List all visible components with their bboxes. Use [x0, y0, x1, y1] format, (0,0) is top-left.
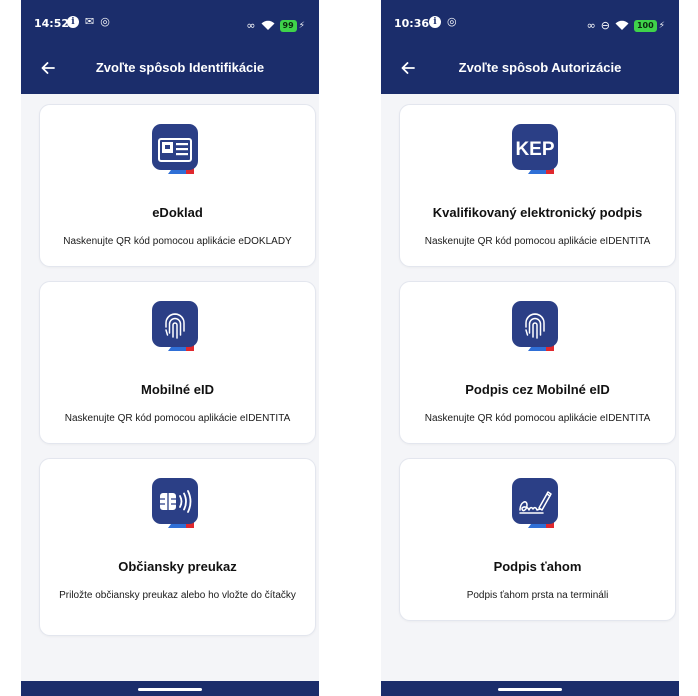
link-icon: ∞: [246, 18, 256, 32]
status-time: 14:52: [34, 17, 70, 30]
card-description: Naskenujte QR kód pomocou aplikácie eIDE…: [424, 236, 651, 247]
handwritten-signature-option-card[interactable]: Podpis ťahom Podpis ťahom prsta na termi…: [399, 458, 676, 621]
identification-screen: 14:52 i ✉ ◎ ∞ 99 ⚡ Zvoľte spôsob Identif…: [21, 0, 319, 696]
fingerprint-icon: [506, 297, 570, 361]
status-bar: 14:52 i ✉ ◎ ∞ 99 ⚡: [21, 0, 319, 44]
app-bar: Zvoľte spôsob Autorizácie: [381, 44, 679, 94]
card-title: Kvalifikovaný elektronický podpis: [432, 205, 643, 220]
id-card-option-card[interactable]: Občiansky preukaz Priložte občiansky pre…: [39, 458, 316, 636]
wifi-icon: [261, 16, 275, 35]
link-icon: ∞: [586, 18, 596, 32]
card-title: Občiansky preukaz: [118, 559, 237, 574]
authorization-screen: 10:36 i ◎ ∞ ⊖ 100 ⚡ Zvoľte spôsob Autori…: [381, 0, 679, 696]
system-navigation-bar: [21, 681, 319, 696]
page-title: Zvoľte spôsob Identifikácie: [95, 60, 265, 75]
mail-notification-icon: ✉: [85, 15, 95, 28]
system-navigation-bar: [381, 681, 679, 696]
contactless-card-icon: [146, 474, 210, 538]
kep-icon-text: KEP: [515, 139, 554, 160]
mobile-eid-option-card[interactable]: Mobilné eID Naskenujte QR kód pomocou ap…: [39, 281, 316, 444]
charging-icon: ⚡: [658, 20, 665, 31]
battery-level: 100: [633, 19, 657, 32]
status-time: 10:36: [394, 17, 430, 30]
back-arrow-icon[interactable]: [397, 57, 419, 79]
settings-notification-icon: ◎: [100, 15, 110, 28]
card-description: Naskenujte QR kód pomocou aplikácie eIDE…: [424, 413, 651, 424]
signature-pen-icon: [506, 474, 570, 538]
card-description: Naskenujte QR kód pomocou aplikácie eIDE…: [64, 413, 291, 424]
id-card-icon: [146, 120, 210, 184]
battery-level: 99: [279, 19, 297, 32]
card-title: Podpis ťahom: [493, 559, 582, 574]
card-title: Mobilné eID: [141, 382, 214, 397]
card-title: eDoklad: [152, 205, 203, 220]
fingerprint-icon: [146, 297, 210, 361]
do-not-disturb-icon: ⊖: [600, 18, 610, 32]
kep-option-card[interactable]: KEP Kvalifikovaný elektronický podpis Na…: [399, 104, 676, 267]
page-title: Zvoľte spôsob Autorizácie: [458, 60, 622, 75]
mobile-eid-signature-option-card[interactable]: Podpis cez Mobilné eID Naskenujte QR kód…: [399, 281, 676, 444]
settings-notification-icon: ◎: [447, 15, 457, 28]
status-bar: 10:36 i ◎ ∞ ⊖ 100 ⚡: [381, 0, 679, 44]
edoklad-option-card[interactable]: eDoklad Naskenujte QR kód pomocou apliká…: [39, 104, 316, 267]
info-notification-icon: i: [429, 16, 441, 28]
card-description: Priložte občiansky preukaz alebo ho vlož…: [59, 590, 296, 601]
card-description: Podpis ťahom prsta na termináli: [466, 590, 609, 601]
back-arrow-icon[interactable]: [37, 57, 59, 79]
app-bar: Zvoľte spôsob Identifikácie: [21, 44, 319, 94]
card-title: Podpis cez Mobilné eID: [465, 382, 610, 397]
wifi-icon: [615, 16, 629, 35]
charging-icon: ⚡: [298, 20, 305, 31]
kep-icon: KEP: [506, 120, 570, 184]
home-indicator[interactable]: [498, 688, 562, 691]
info-notification-icon: i: [67, 16, 79, 28]
card-description: Naskenujte QR kód pomocou aplikácie eDOK…: [63, 236, 292, 247]
home-indicator[interactable]: [138, 688, 202, 691]
